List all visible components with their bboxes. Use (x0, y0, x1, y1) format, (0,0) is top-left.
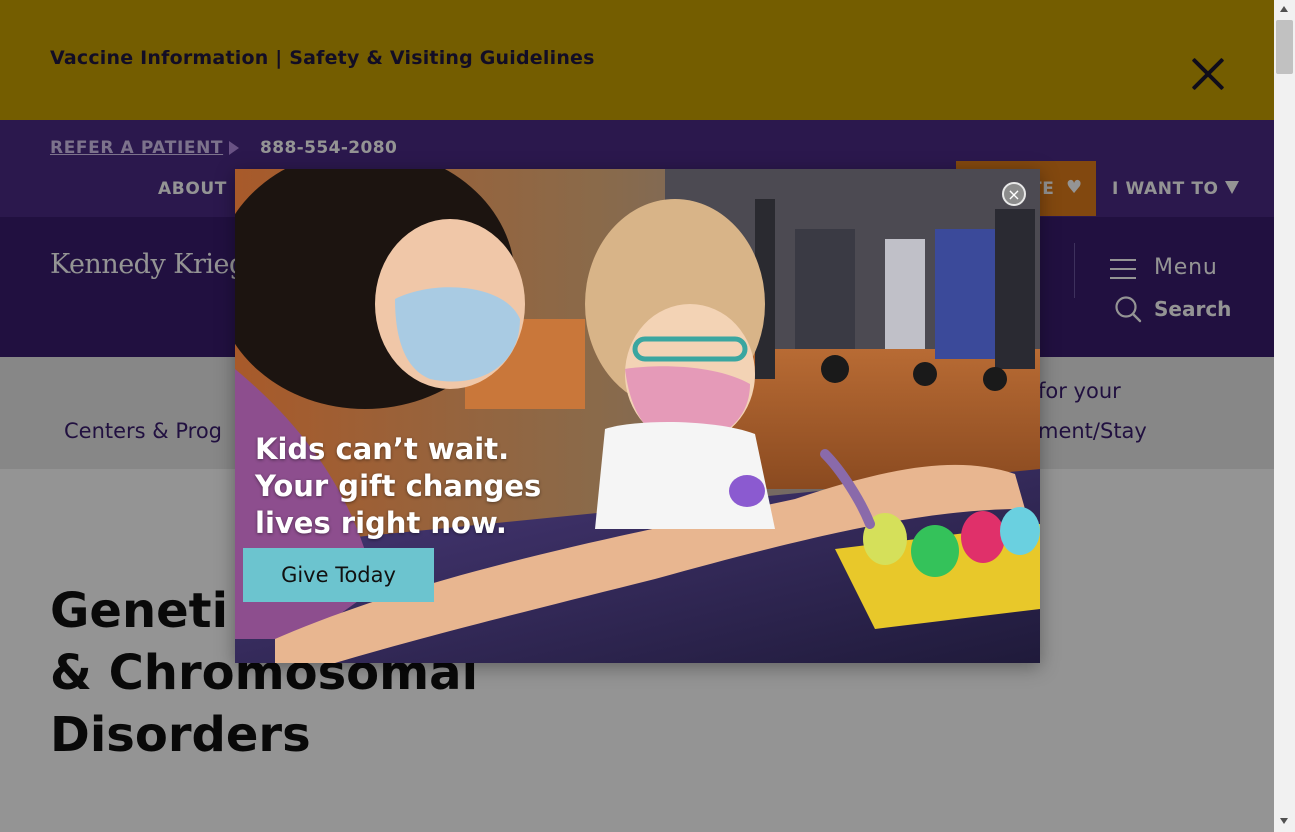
vertical-scrollbar[interactable] (1274, 0, 1295, 832)
modal-headline-line: lives right now. (255, 506, 507, 540)
give-today-button[interactable]: Give Today (243, 548, 434, 602)
modal-headline: Kids can’t wait. Your gift changes lives… (255, 431, 585, 542)
page: Vaccine Information | Safety & Visiting … (0, 0, 1274, 832)
scroll-up-arrow-icon[interactable] (1280, 6, 1288, 12)
modal-headline-line: Kids can’t wait. (255, 432, 510, 466)
scroll-down-arrow-icon[interactable] (1280, 818, 1288, 824)
scroll-thumb[interactable] (1276, 20, 1293, 74)
donation-modal: Kids can’t wait. Your gift changes lives… (235, 169, 1040, 663)
modal-headline-line: Your gift changes (255, 469, 542, 503)
modal-close-icon[interactable]: × (1002, 182, 1026, 206)
